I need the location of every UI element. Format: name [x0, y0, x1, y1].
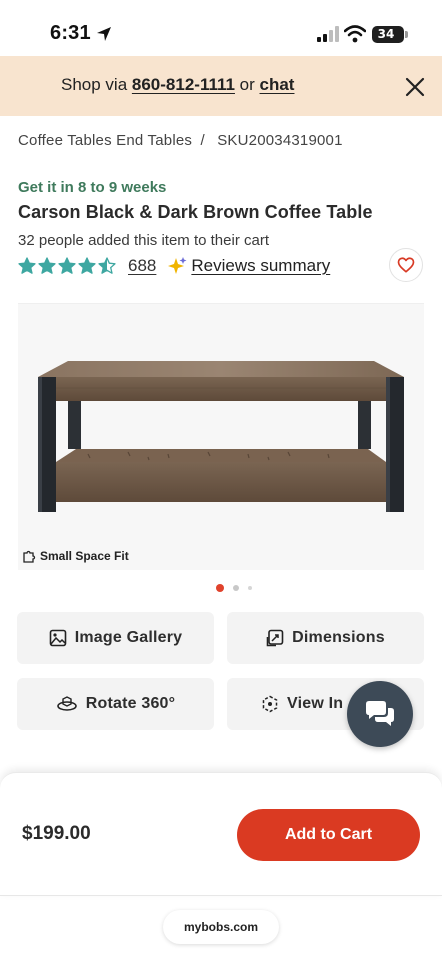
- carousel-dots[interactable]: [216, 584, 252, 592]
- carousel-dot-2[interactable]: [233, 585, 239, 591]
- star-icon: [38, 257, 56, 274]
- product-title: Carson Black & Dark Brown Coffee Table: [18, 202, 373, 222]
- carousel-dot-1[interactable]: [216, 584, 224, 592]
- chat-link[interactable]: chat: [260, 75, 295, 94]
- carousel-dot-3[interactable]: [248, 586, 252, 590]
- close-icon[interactable]: [404, 76, 426, 98]
- wifi-icon: [344, 25, 366, 43]
- status-bar: 6:31 34: [0, 0, 442, 56]
- breadcrumb: Coffee Tables End Tables / SKU2003431900…: [18, 132, 343, 149]
- star-icon: [58, 257, 76, 274]
- star-rating[interactable]: [18, 257, 116, 275]
- star-icon: [78, 257, 96, 274]
- cellular-signal-icon: [317, 26, 339, 42]
- price: $199.00: [22, 823, 91, 844]
- dimensions-button[interactable]: Dimensions: [227, 612, 424, 664]
- sparkle-icon: [168, 257, 187, 274]
- location-arrow-icon: [97, 27, 111, 41]
- dimensions-label: Dimensions: [292, 629, 385, 646]
- phone-link[interactable]: 860-812-1111: [132, 75, 235, 94]
- image-icon: [49, 629, 67, 647]
- small-space-fit-badge: Small Space Fit: [22, 549, 129, 563]
- browser-url-bar[interactable]: mybobs.com: [163, 910, 279, 944]
- review-count-link[interactable]: 688: [128, 256, 156, 276]
- chat-bubbles-icon: [366, 701, 394, 726]
- ar-view-icon: [262, 695, 278, 713]
- rotate-360-icon: [56, 696, 77, 711]
- status-time: 6:31: [50, 22, 91, 44]
- rotate-360-button[interactable]: Rotate 360°: [17, 678, 214, 730]
- puzzle-icon: [23, 550, 36, 563]
- image-gallery-label: Image Gallery: [74, 629, 183, 646]
- divider: [0, 895, 442, 896]
- breadcrumb-separator: /: [200, 132, 205, 149]
- delivery-estimate: Get it in 8 to 9 weeks: [18, 179, 167, 196]
- rating-row: 688 Reviews summary: [18, 255, 330, 277]
- breadcrumb-sku: SKU20034319001: [217, 132, 343, 149]
- battery-level: 34: [377, 27, 395, 41]
- star-icon: [98, 257, 116, 274]
- shop-middle: or: [234, 75, 260, 94]
- image-gallery-button[interactable]: Image Gallery: [17, 612, 214, 664]
- dimensions-icon: [266, 629, 284, 647]
- chat-button[interactable]: [347, 681, 413, 747]
- shop-banner: Shop via 860-812-1111 or chat: [0, 56, 442, 116]
- rotate-360-label: Rotate 360°: [85, 695, 176, 712]
- wishlist-button[interactable]: [389, 248, 423, 282]
- breadcrumb-category[interactable]: Coffee Tables End Tables: [18, 132, 192, 149]
- shop-prefix: Shop via: [61, 75, 132, 94]
- battery-icon: 34: [372, 26, 404, 43]
- shop-banner-text: Shop via 860-812-1111 or chat: [61, 75, 294, 95]
- cart-count-text: 32 people added this item to their cart: [18, 232, 269, 249]
- product-image[interactable]: [18, 304, 424, 570]
- reviews-summary-link[interactable]: Reviews summary: [191, 256, 330, 276]
- view-in-label: View In: [287, 695, 344, 712]
- small-space-fit-label: Small Space Fit: [40, 549, 129, 563]
- heart-icon: [397, 257, 415, 273]
- star-icon: [18, 257, 36, 274]
- add-to-cart-button[interactable]: Add to Cart: [237, 809, 420, 861]
- battery-nub: [405, 31, 408, 38]
- coffee-table-image: [38, 361, 404, 512]
